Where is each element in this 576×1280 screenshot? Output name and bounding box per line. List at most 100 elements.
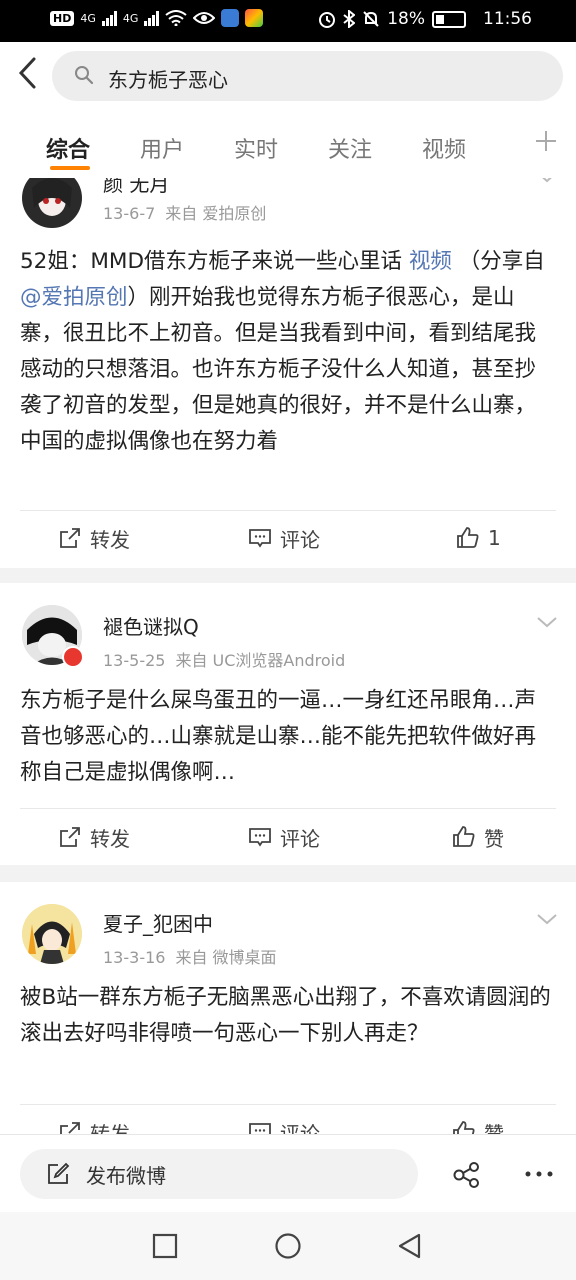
post-meta: 13-6-7 来自 爱拍原创 xyxy=(103,200,266,224)
network-type-2: 4G xyxy=(122,11,139,25)
recents-button[interactable] xyxy=(151,1232,179,1260)
post-text-part: ）刚开始我也觉得东方栀子很恶心，是山寨，很丑比不上初音。但是当我看到中间，看到结… xyxy=(20,285,537,454)
search-header: 东方栀子恶心 xyxy=(0,42,576,112)
back-button[interactable] xyxy=(10,56,46,96)
post-text-part: 52姐：MMD借东方栀子来说一些心里话 xyxy=(20,249,409,274)
battery-icon xyxy=(432,10,466,28)
home-button[interactable] xyxy=(274,1232,302,1260)
comment-icon xyxy=(249,828,271,847)
comment-button[interactable]: 评论 xyxy=(248,518,320,558)
search-input[interactable]: 东方栀子恶心 xyxy=(52,51,563,101)
avatar-image xyxy=(32,178,72,216)
clock: 11:56 xyxy=(483,9,532,29)
thumbs-up-icon xyxy=(457,527,479,548)
post-card[interactable]: 夏子_犯困中 13-3-16 来自 微博桌面 被B站一群东方栀子无脑黑恶心出翔了，… xyxy=(0,882,576,1134)
post-card[interactable]: 颜 无月 13-6-7 来自 爱拍原创 52姐：MMD借东方栀子来说一些心里话 视… xyxy=(0,178,576,568)
post-text[interactable]: 被B站一群东方栀子无脑黑恶心出翔了，不喜欢请圆润的滚出去好吗非得喷一句恶心一下别… xyxy=(20,980,556,1052)
repost-button[interactable]: 转发 xyxy=(58,518,130,558)
post-date: 13-3-16 xyxy=(103,948,166,967)
repost-button[interactable]: 转发 xyxy=(58,1112,130,1134)
compose-label: 发布微博 xyxy=(86,1163,166,1188)
verified-badge-icon xyxy=(62,646,84,668)
hd-icon: HD xyxy=(50,10,75,26)
bluetooth-icon xyxy=(343,10,356,28)
like-label: 赞 xyxy=(484,1121,504,1135)
alarm-icon xyxy=(319,12,336,28)
edit-icon xyxy=(48,1162,70,1184)
tab-users[interactable]: 用户 xyxy=(140,132,184,164)
chevron-down-icon[interactable] xyxy=(536,178,558,184)
video-link[interactable]: 视频 xyxy=(409,249,452,274)
result-tabs: 综合 用户 实时 关注 视频 xyxy=(0,112,576,178)
search-icon xyxy=(75,66,94,85)
like-button[interactable]: 赞 xyxy=(452,1112,504,1134)
tab-comprehensive[interactable]: 综合 xyxy=(46,132,90,164)
repost-label: 转发 xyxy=(90,527,130,552)
post-source: 来自 UC浏览器Android xyxy=(175,651,346,670)
post-text[interactable]: 52姐：MMD借东方栀子来说一些心里话 视频 （分享自 @爱拍原创）刚开始我也觉… xyxy=(20,244,556,460)
back-arrow-icon xyxy=(18,57,36,89)
post-source: 来自 微博桌面 xyxy=(175,948,277,967)
back-nav-button[interactable] xyxy=(396,1232,424,1260)
post-meta: 13-5-25 来自 UC浏览器Android xyxy=(103,647,345,671)
repost-label: 转发 xyxy=(90,826,130,851)
compose-post-button[interactable]: 发布微博 xyxy=(20,1149,418,1199)
chevron-down-icon[interactable] xyxy=(536,615,558,629)
avatar-image xyxy=(22,904,82,964)
add-tab-button[interactable] xyxy=(534,126,558,161)
like-count: 1 xyxy=(488,526,501,550)
post-author[interactable]: 褪色谜拟Q xyxy=(103,611,199,640)
repost-button[interactable]: 转发 xyxy=(58,817,130,857)
bottom-toolbar: 发布微博 xyxy=(0,1134,576,1212)
divider xyxy=(20,1104,556,1105)
mute-icon xyxy=(363,11,379,27)
comment-icon xyxy=(249,529,271,548)
wifi-icon xyxy=(165,10,188,26)
repost-icon xyxy=(60,1122,80,1134)
thumbs-up-icon xyxy=(453,1121,475,1134)
like-label: 赞 xyxy=(484,826,504,851)
post-date: 13-6-7 xyxy=(103,204,156,223)
active-tab-indicator xyxy=(50,166,90,170)
comment-button[interactable]: 评论 xyxy=(248,1112,320,1134)
chevron-down-icon[interactable] xyxy=(536,912,558,926)
network-type-1: 4G xyxy=(80,11,96,25)
comment-button[interactable]: 评论 xyxy=(248,817,320,857)
avatar[interactable] xyxy=(22,904,82,964)
signal-icon xyxy=(101,10,117,26)
post-source: 来自 爱拍原创 xyxy=(165,204,267,223)
post-text-part: （分享自 xyxy=(451,249,545,274)
plus-icon xyxy=(536,131,556,151)
share-icon[interactable] xyxy=(453,1162,481,1188)
mention-link[interactable]: @爱拍原创 xyxy=(20,285,128,310)
post-author[interactable]: 颜 无月 xyxy=(103,178,169,197)
like-button[interactable]: 赞 xyxy=(452,817,504,857)
avatar[interactable] xyxy=(22,178,82,228)
divider xyxy=(20,510,556,511)
repost-icon xyxy=(60,827,80,847)
post-date: 13-5-25 xyxy=(103,651,166,670)
tab-following[interactable]: 关注 xyxy=(328,132,372,164)
repost-label: 转发 xyxy=(90,1121,130,1135)
search-results-feed[interactable]: 颜 无月 13-6-7 来自 爱拍原创 52姐：MMD借东方栀子来说一些心里话 视… xyxy=(0,178,576,1134)
app-notification-icon xyxy=(245,9,264,27)
post-text[interactable]: 东方栀子是什么屎鸟蛋丑的一逼…一身红还吊眼角…声音也够恶心的…山寨就是山寨…能不… xyxy=(20,683,556,791)
comment-icon xyxy=(249,1123,271,1134)
comment-label: 评论 xyxy=(280,527,320,552)
tab-video[interactable]: 视频 xyxy=(422,132,466,164)
thumbs-up-icon xyxy=(453,826,475,847)
more-icon[interactable] xyxy=(525,1171,553,1177)
like-button[interactable]: 1 xyxy=(456,518,501,558)
comment-label: 评论 xyxy=(280,826,320,851)
status-bar: HD 4G 4G 18% 11:56 xyxy=(0,0,576,42)
post-author[interactable]: 夏子_犯困中 xyxy=(103,908,213,937)
signal-icon xyxy=(144,10,160,26)
system-nav-bar xyxy=(0,1212,576,1280)
repost-icon xyxy=(60,528,80,548)
tab-realtime[interactable]: 实时 xyxy=(234,132,278,164)
battery-percent: 18% xyxy=(387,9,425,29)
post-meta: 13-3-16 来自 微博桌面 xyxy=(103,944,277,968)
divider xyxy=(20,808,556,809)
post-card[interactable]: 褪色谜拟Q 13-5-25 来自 UC浏览器Android 东方栀子是什么屎鸟蛋丑… xyxy=(0,583,576,865)
search-query: 东方栀子恶心 xyxy=(108,68,228,92)
